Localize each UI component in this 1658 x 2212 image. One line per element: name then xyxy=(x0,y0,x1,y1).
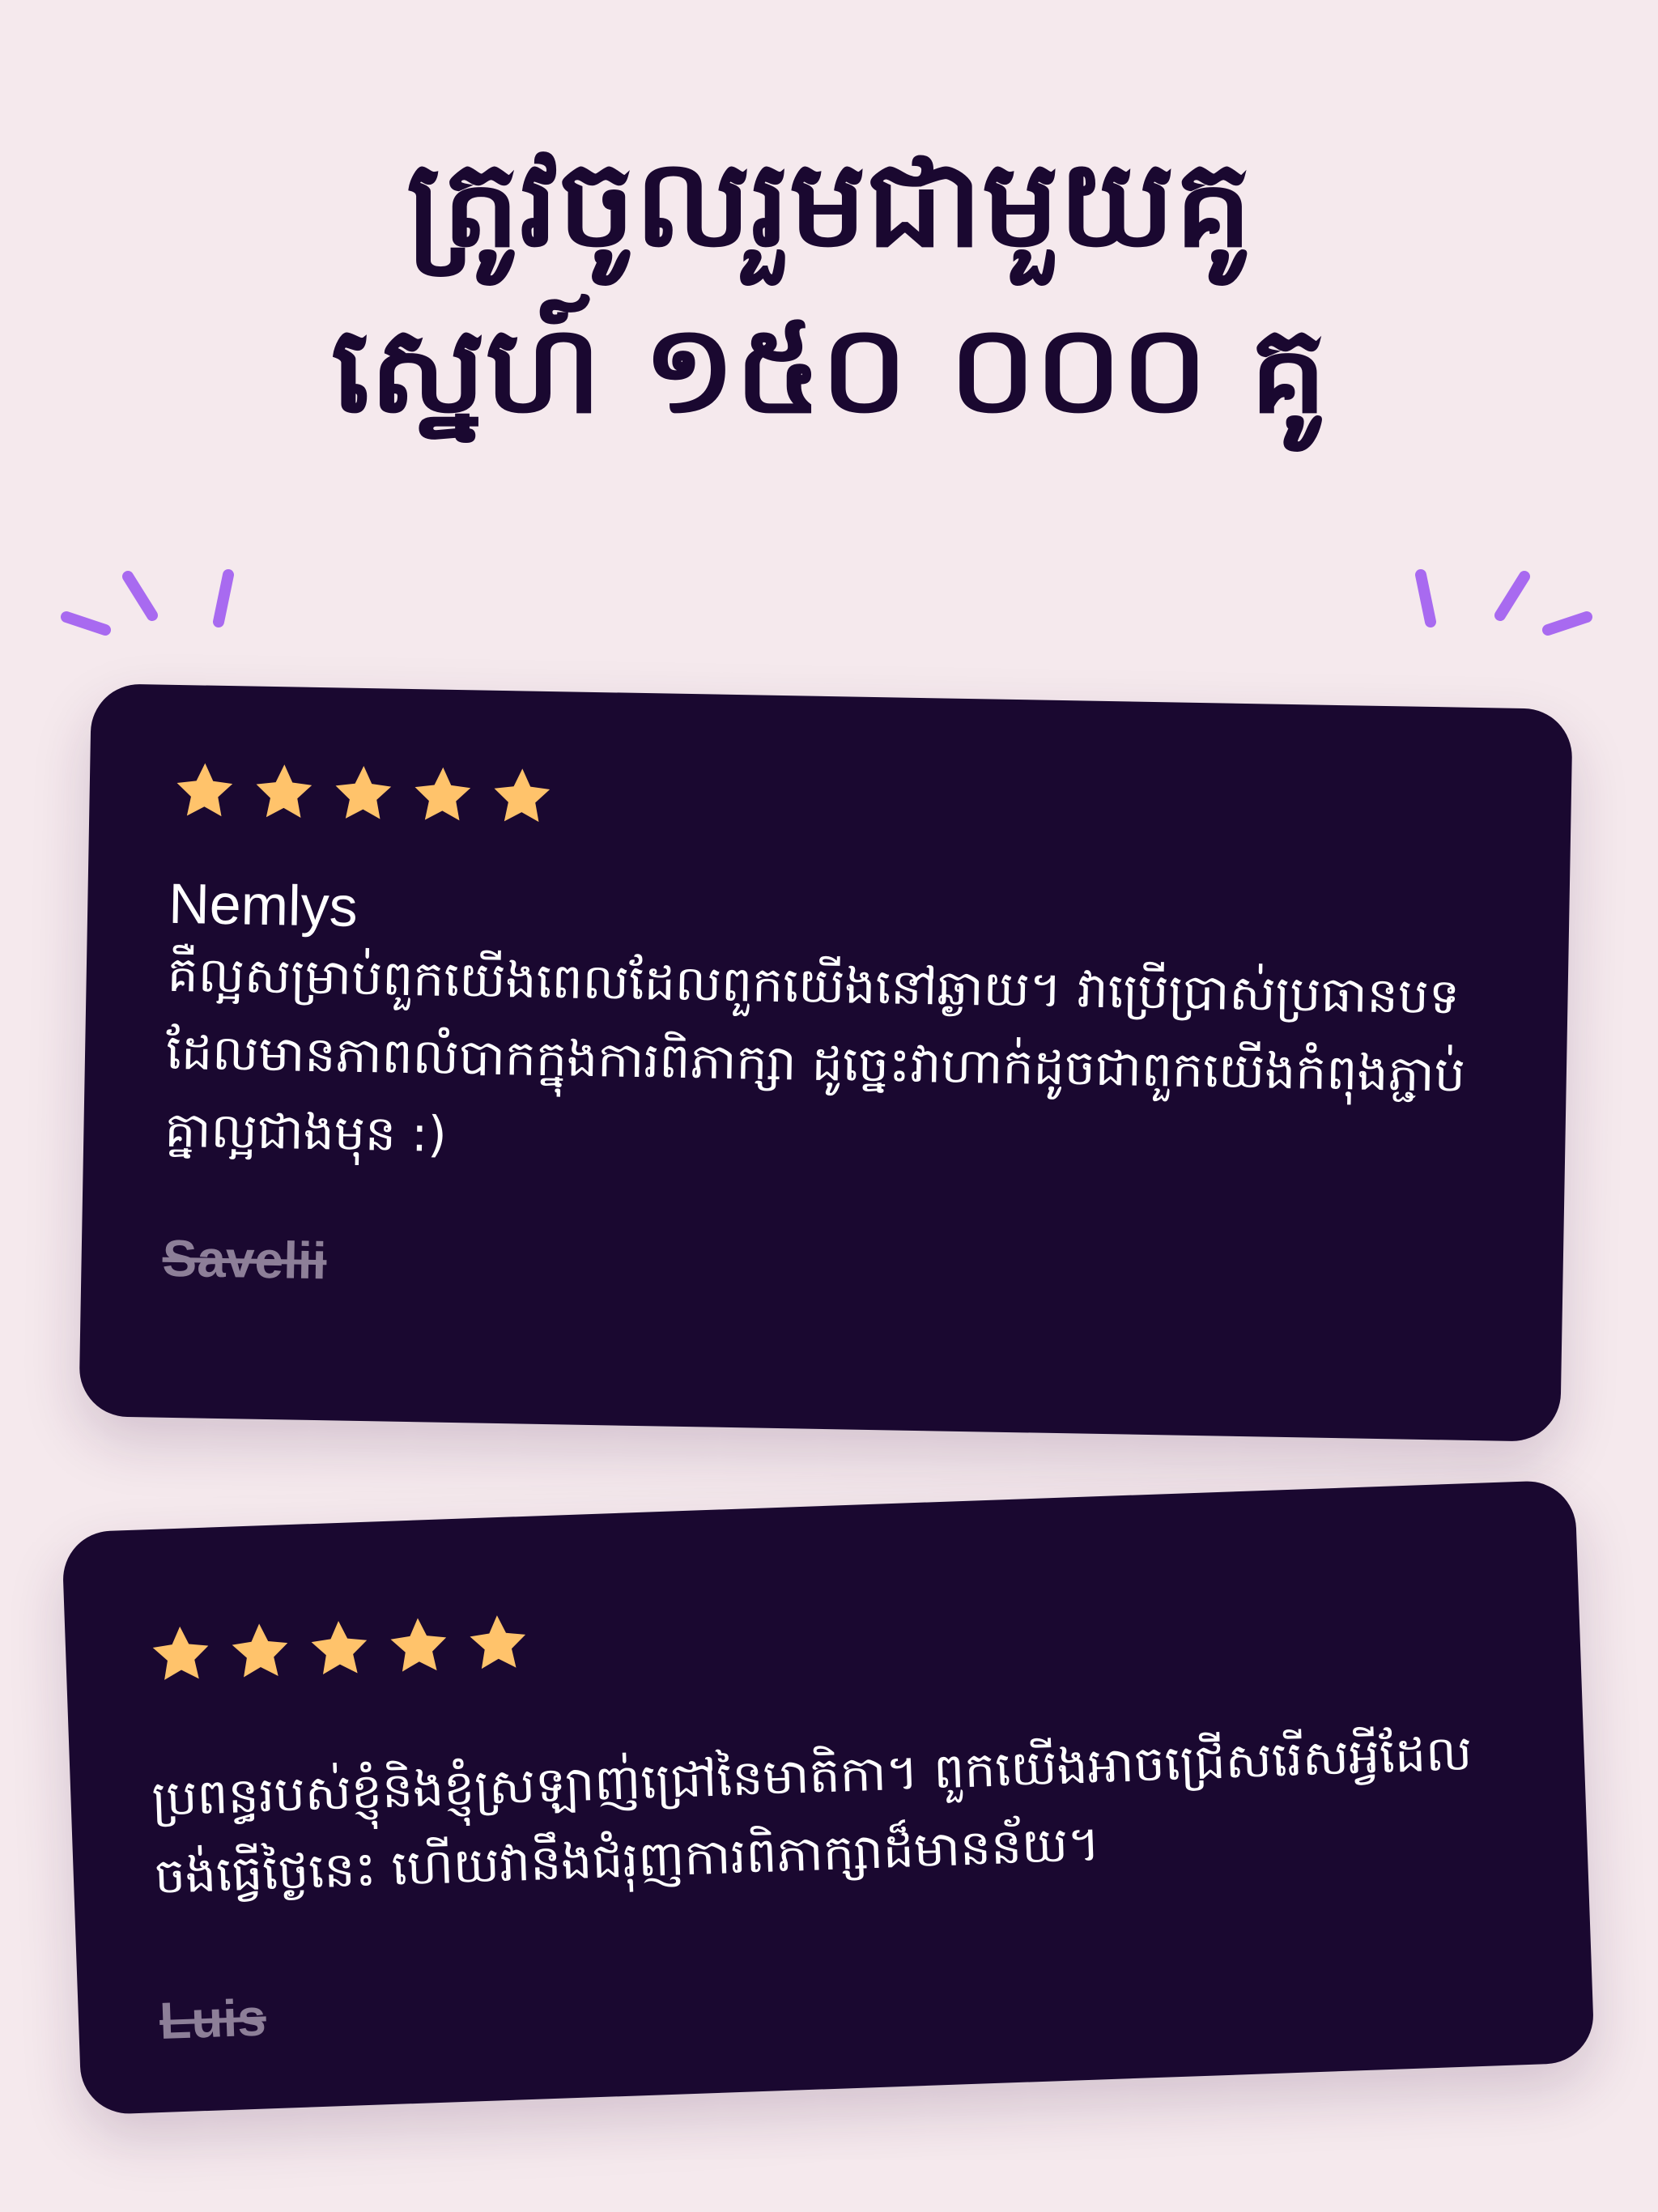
star-icon xyxy=(152,1626,209,1680)
review-author: Savelii xyxy=(162,1228,328,1291)
sparkle-lines-left-icon xyxy=(49,551,235,656)
review-card: ប្រពន្ធរបស់ខ្ញុំនិងខ្ញុំស្រឡាញ់ជ្រៅនៃមាត… xyxy=(62,1479,1595,2116)
sparkle-lines-right-icon xyxy=(1413,551,1599,656)
page-title-line-1: ត្រូវចូលរួមជាមួយគូ xyxy=(406,134,1252,274)
star-icon xyxy=(335,765,392,819)
star-icon xyxy=(256,764,312,818)
review-card: Nemlys គឺល្អសម្រាប់ពួកយើងពេលដែលពួកយើងនៅឆ… xyxy=(79,683,1573,1442)
review-author: Luis xyxy=(158,1988,267,2050)
star-icon xyxy=(494,768,551,823)
star-icon xyxy=(470,1615,526,1670)
page-title-line-2: ស្នេហ៍ ១៥០ ០០០ គូ xyxy=(331,300,1327,440)
star-rating xyxy=(170,758,1490,845)
star-icon xyxy=(311,1620,368,1675)
star-icon xyxy=(414,767,471,821)
star-icon xyxy=(390,1618,447,1672)
star-icon xyxy=(232,1623,288,1678)
review-text: គឺល្អសម្រាប់ពួកយើងពេលដែលពួកយើងនៅឆ្ងាយ។ វ… xyxy=(164,946,1466,1163)
page-title: ត្រូវចូលរួមជាមួយគូ ស្នេហ៍ ១៥០ ០០០ គូ xyxy=(0,121,1658,453)
star-rating xyxy=(146,1576,1499,1687)
star-icon xyxy=(176,763,233,817)
review-text: ប្រពន្ធរបស់ខ្ញុំនិងខ្ញុំស្រឡាញ់ជ្រៅនៃមាត… xyxy=(151,1725,1473,1906)
